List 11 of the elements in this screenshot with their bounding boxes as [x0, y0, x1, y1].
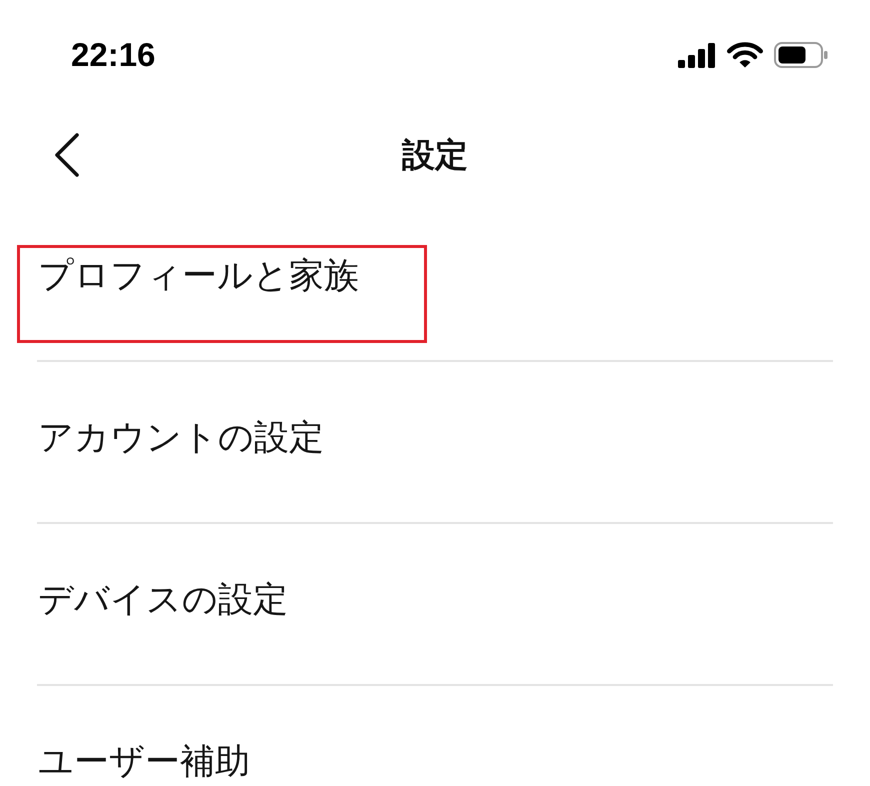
- wifi-icon: [726, 42, 764, 68]
- page-title: 設定: [402, 135, 468, 175]
- chevron-left-icon: [54, 133, 80, 177]
- signal-icon: [678, 42, 716, 68]
- status-time: 22:16: [71, 36, 156, 74]
- battery-icon: [774, 42, 828, 68]
- menu-item[interactable]: ユーザー補助: [37, 686, 833, 786]
- menu-item[interactable]: プロフィールと家族: [37, 200, 833, 360]
- menu-item[interactable]: アカウントの設定: [37, 362, 833, 522]
- menu-item[interactable]: デバイスの設定: [37, 524, 833, 684]
- back-button[interactable]: [54, 133, 80, 177]
